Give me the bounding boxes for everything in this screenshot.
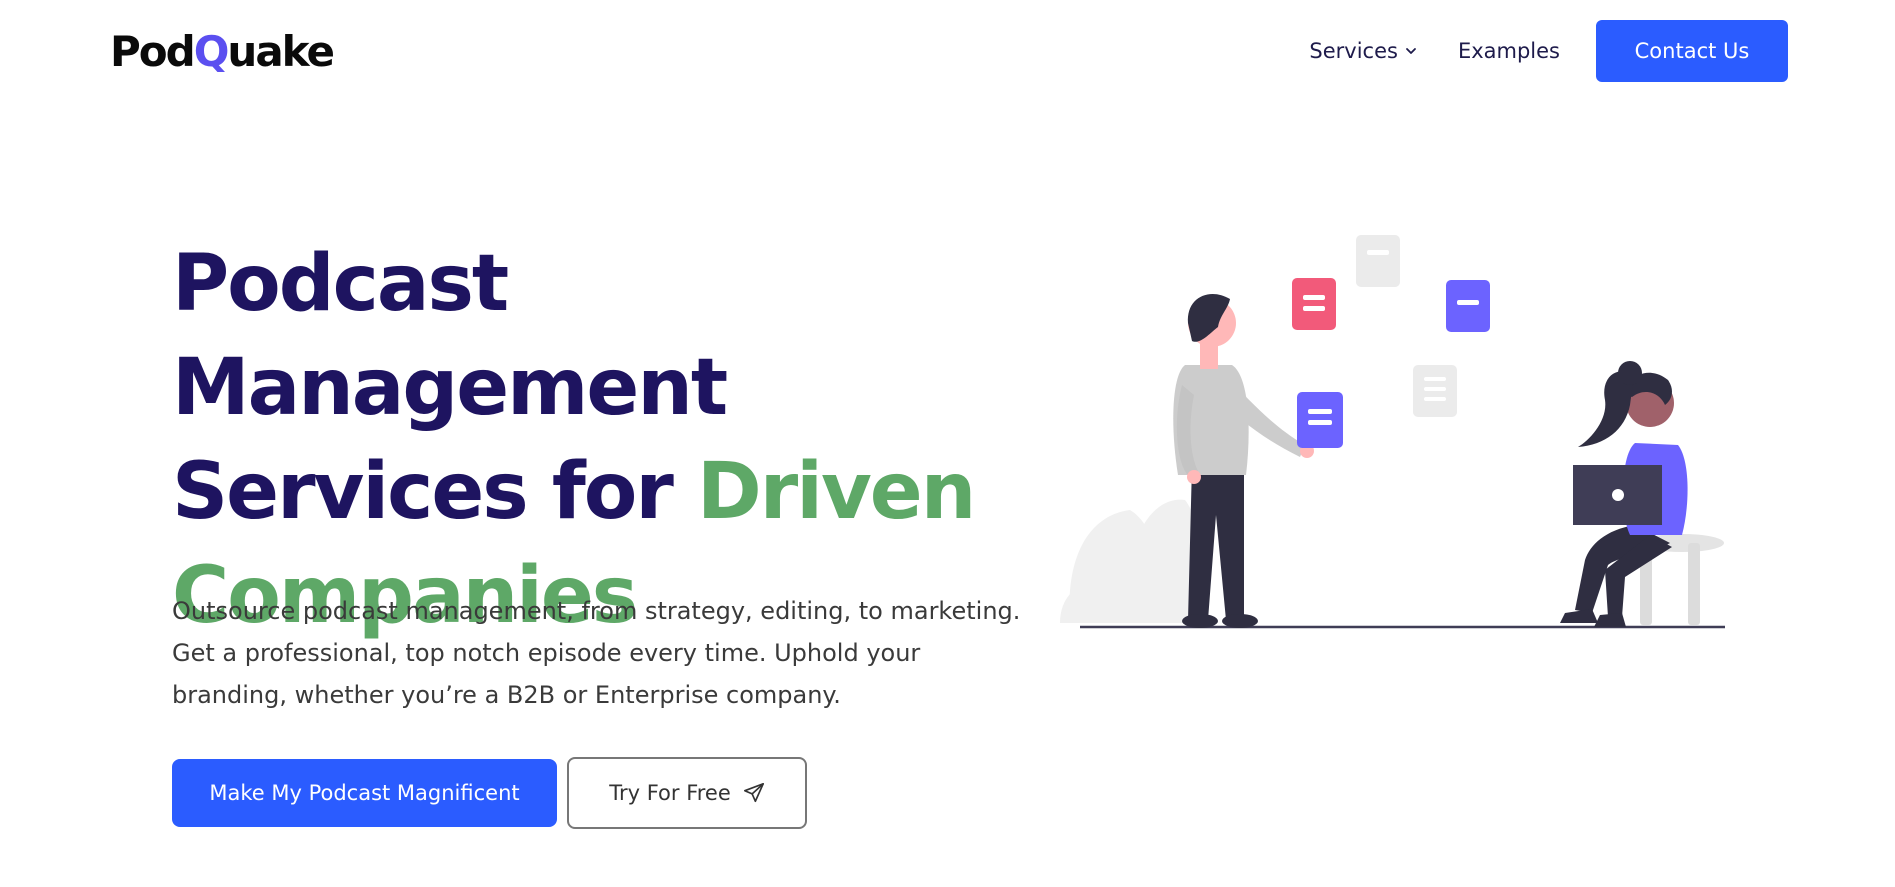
hero-title: Podcast Management Services for Driven C… [172,232,1072,648]
logo-text-part1: Pod [110,27,196,76]
document-pink [1292,278,1336,330]
chevron-down-icon [1406,48,1416,54]
logo-text-part2: uake [227,27,335,76]
document-purple-right [1446,280,1490,332]
nav-services-label: Services [1309,39,1398,63]
make-my-podcast-magnificent-button[interactable]: Make My Podcast Magnificent [172,759,557,827]
sitting-woman-illustration [1560,361,1724,627]
standing-man-illustration [1173,293,1343,628]
nav-services-dropdown[interactable]: Services [1309,39,1418,63]
contact-us-button[interactable]: Contact Us [1596,20,1788,82]
hero-description: Outsource podcast management, from strat… [172,597,1021,709]
logo[interactable]: PodQuake [110,26,335,78]
nav-examples-link[interactable]: Examples [1458,39,1560,63]
hero-illustration [1060,235,1725,629]
hero-title-line1: Podcast Management [172,239,728,433]
hero-title-accent-driven: Driven [697,447,976,537]
hero-title-line2: Services for [172,447,697,537]
plant-illustration [1060,499,1199,623]
main-nav: Services Examples Contact Us [1309,20,1788,82]
send-icon [743,783,764,803]
logo-letter-q: Q [193,27,230,76]
cta-row: Make My Podcast Magnificent Try For Free [172,757,807,829]
try-for-free-button[interactable]: Try For Free [567,757,807,829]
document-gray-mid [1413,365,1457,417]
document-gray-top [1356,235,1400,287]
site-header: PodQuake Services Examples Contact Us [0,0,1895,104]
try-for-free-label: Try For Free [609,781,731,805]
